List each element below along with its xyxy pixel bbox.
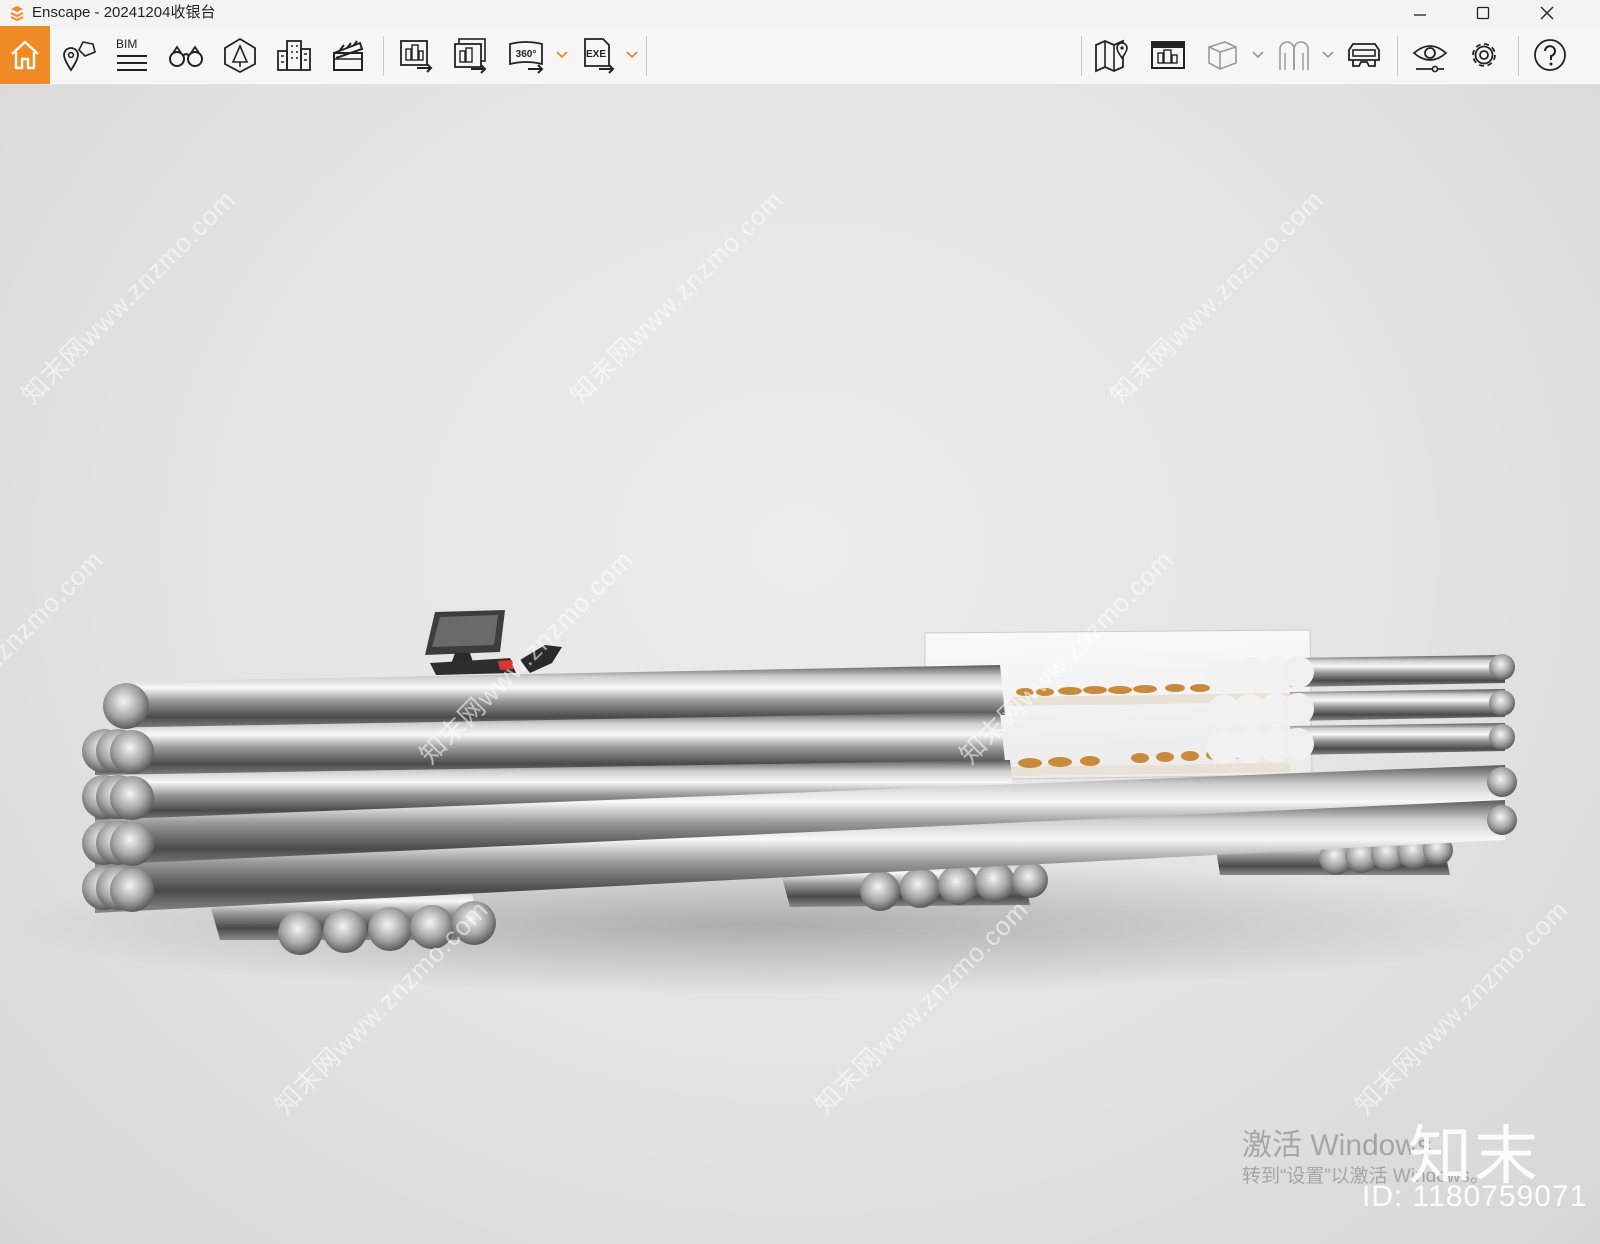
video-editor-button[interactable] [326,26,370,84]
vr-headset-button[interactable] [1342,26,1386,84]
close-icon [1540,6,1554,20]
visual-settings-icon [1412,45,1448,73]
exe-dropdown-icon[interactable] [626,50,638,60]
toolbar-separator [646,36,647,76]
settings-button[interactable] [1462,26,1506,84]
toolbar-separator [383,36,384,76]
export-exe-label: EXE [586,49,606,60]
panorama-dropdown-icon[interactable] [556,50,568,60]
help-button[interactable] [1528,26,1572,84]
toolbar: BIM 360° EXE [0,26,1600,85]
render-image-icon [400,40,433,73]
asset-library-button[interactable] [218,26,262,84]
close-button[interactable] [1524,0,1570,26]
batch-render-icon [454,38,487,74]
panorama-360-label: 360° [516,49,537,60]
views-icon [63,41,96,72]
asset-library-icon [224,37,256,74]
cube-button[interactable] [1200,26,1244,84]
bim-label: BIM [116,37,138,51]
help-icon [1534,39,1566,71]
home-button[interactable] [0,26,50,84]
video-editor-icon [333,40,364,71]
window-title: Enscape - 20241204收银台 [32,4,216,21]
maximize-icon [1476,6,1490,20]
cube-dropdown-icon[interactable] [1252,50,1264,60]
map-button[interactable] [1090,26,1134,84]
ghost-button[interactable] [1272,26,1316,84]
render-viewport[interactable]: 知末网www.znzmo.com 知末网www.znzmo.com 知末网www… [0,85,1600,1244]
enscape-logo-icon [10,6,24,22]
settings-icon [1472,43,1496,67]
render-image-button[interactable] [394,26,438,84]
pipe-stack-right [1207,655,1505,764]
map-icon [1095,39,1128,73]
ghost-dropdown-icon[interactable] [1322,50,1334,60]
toolbar-separator [1518,36,1519,76]
ghost-icon [1279,41,1309,70]
panorama-360-button[interactable]: 360° [504,26,548,84]
vr-headset-icon [1348,43,1380,67]
bim-button[interactable] [110,26,154,84]
minimize-icon [1414,14,1426,16]
cube-icon [1208,41,1237,70]
buildings-button[interactable] [272,26,316,84]
minimize-button[interactable] [1397,0,1443,26]
title-bar: Enscape - 20241204收银台 [0,0,1600,26]
cashier-counter-render [0,610,1520,995]
home-icon [11,40,39,70]
views-button[interactable] [56,26,100,84]
toolbar-separator [1397,36,1398,76]
site-context-button[interactable] [1146,26,1190,84]
toolbar-separator [1081,36,1082,76]
panorama-360-icon: 360° [509,41,544,74]
binoculars-button[interactable] [164,26,208,84]
buildings-icon [277,40,311,71]
site-context-icon [1151,41,1185,69]
image-id-label: ID: 1180759071 [1362,1180,1588,1213]
export-exe-icon: EXE [584,38,615,74]
binoculars-icon [169,45,203,67]
visual-settings-button[interactable] [1408,26,1452,84]
batch-render-button[interactable] [448,26,492,84]
maximize-button[interactable] [1460,0,1506,26]
export-exe-button[interactable]: EXE [576,26,620,84]
